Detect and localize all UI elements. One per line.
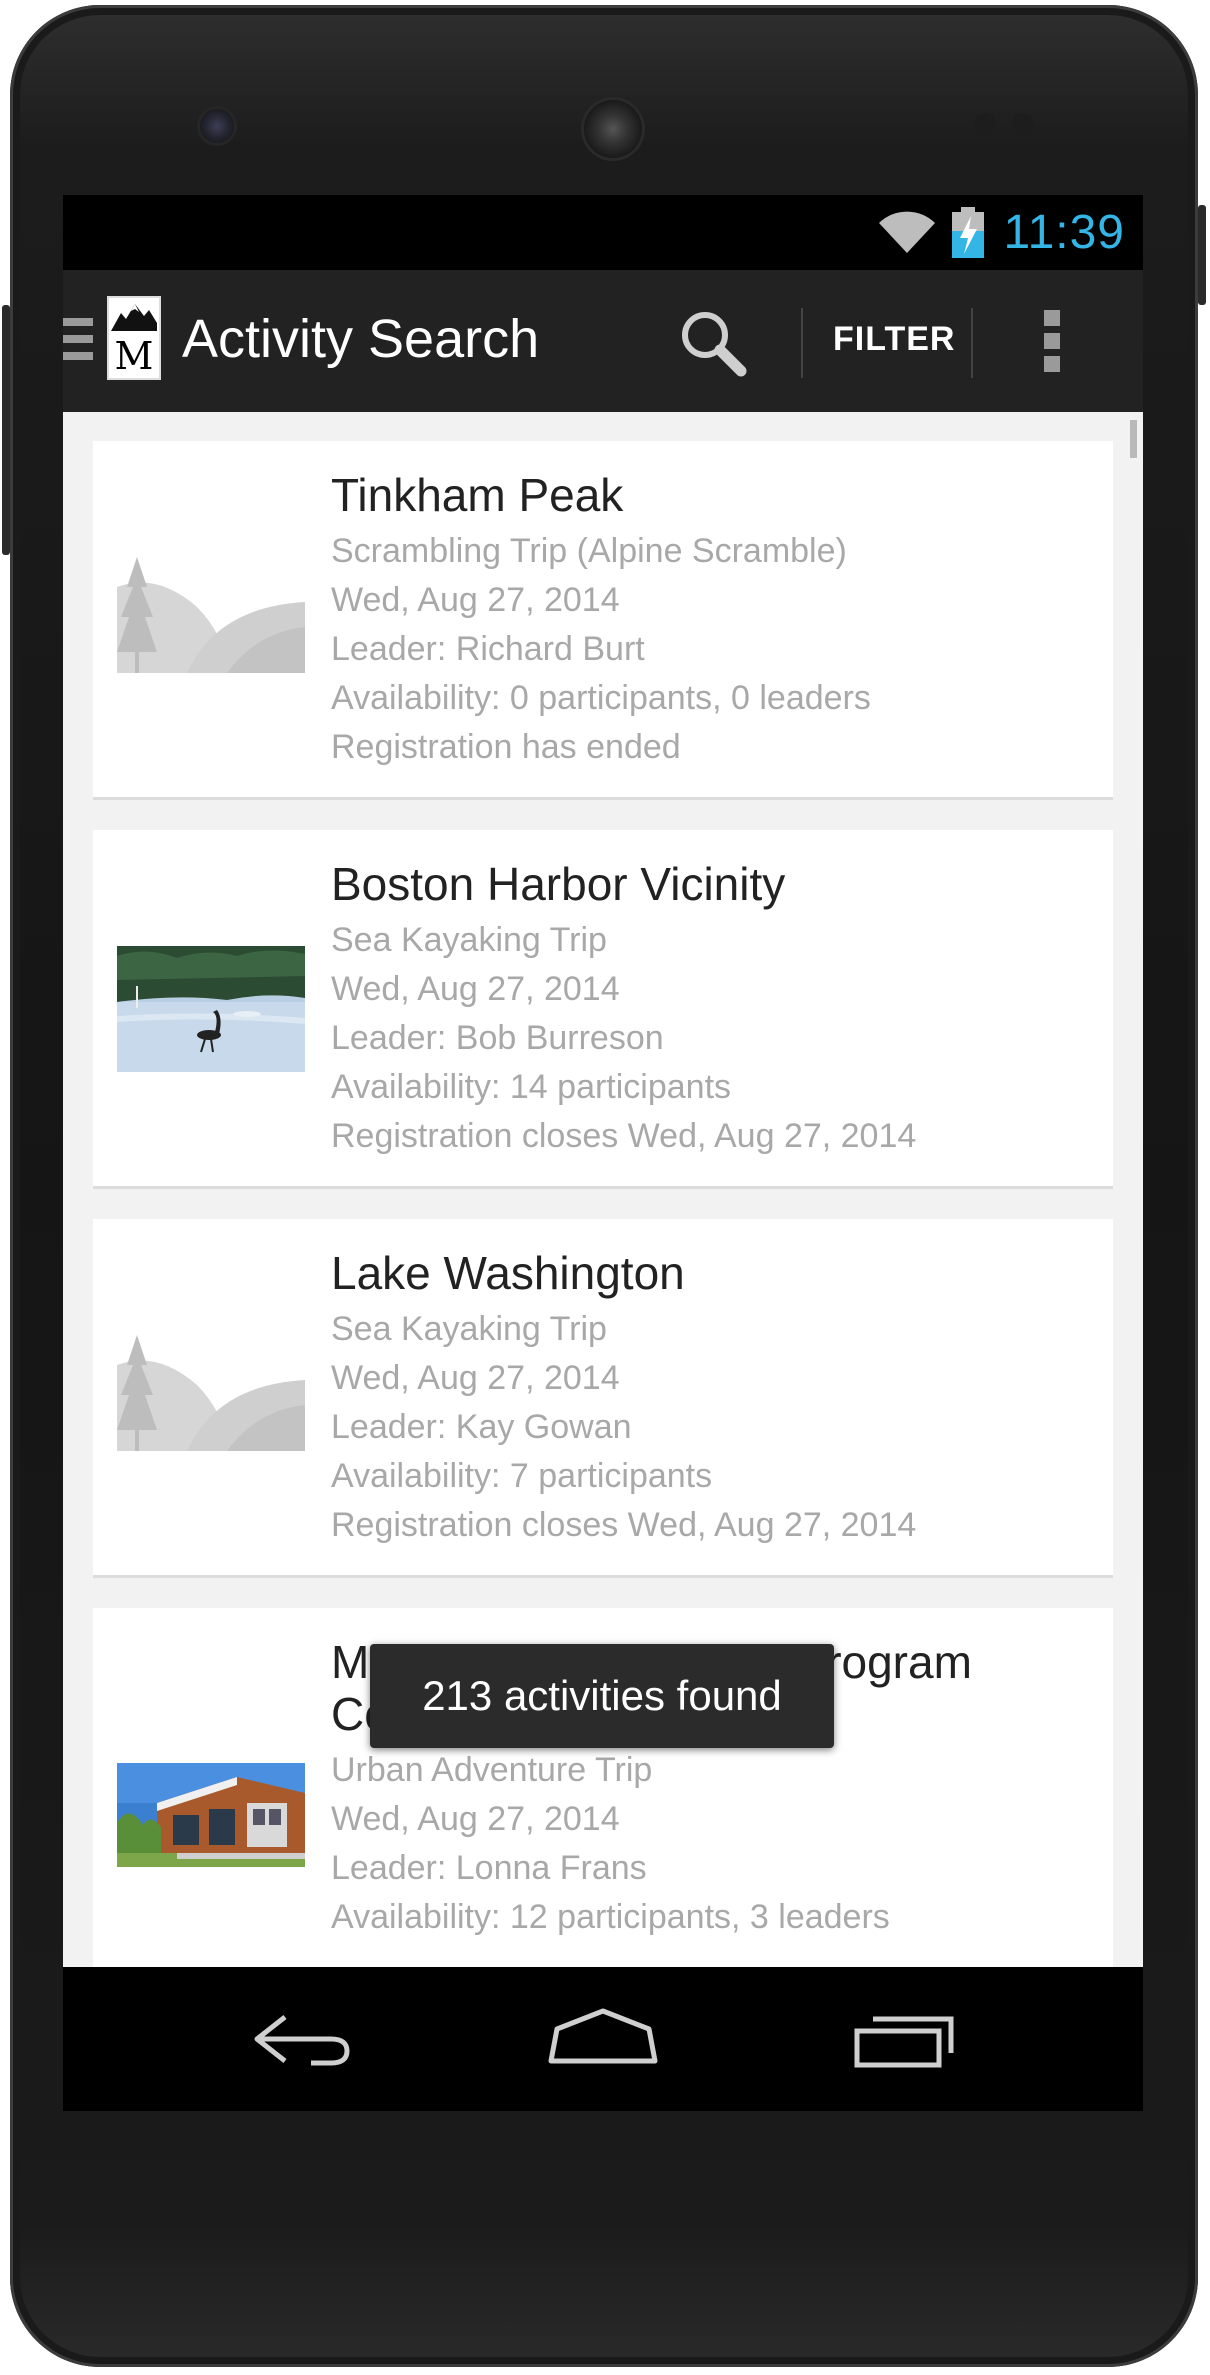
app-logo[interactable]: M (107, 296, 161, 380)
activity-details: Lake Washington Sea Kayaking Trip Wed, A… (331, 1247, 1091, 1550)
activity-type: Sea Kayaking Trip (331, 921, 607, 959)
activity-title: Boston Harbor Vicinity (331, 858, 786, 910)
page-title: Activity Search (182, 309, 540, 369)
activity-title: Tinkham Peak (331, 469, 624, 521)
search-icon[interactable] (675, 305, 755, 385)
light-sensor-icon (1012, 113, 1034, 135)
menu-drawer-icon[interactable] (63, 318, 93, 362)
activity-leader: Leader: Richard Burt (331, 630, 645, 668)
activity-registration: Registration closes Wed, Aug 27, 2014 (331, 1117, 917, 1155)
filter-button[interactable]: FILTER (833, 320, 955, 359)
logo-letter: M (114, 334, 154, 378)
activity-date: Wed, Aug 27, 2014 (331, 1359, 620, 1397)
mountain-logo-icon (111, 304, 157, 331)
wifi-icon (879, 211, 935, 253)
device-screen: 11:39 M Activity Search FILTER Tinkham P… (63, 195, 1143, 2111)
power-button (1198, 205, 1206, 305)
activity-details: Boston Harbor Vicinity Sea Kayaking Trip… (331, 858, 1091, 1161)
activity-leader: Leader: Kay Gowan (331, 1408, 632, 1446)
activity-date: Wed, Aug 27, 2014 (331, 1800, 620, 1838)
activity-availability: Availability: 0 participants, 0 leaders (331, 679, 871, 717)
results-toast: 213 activities found (370, 1644, 834, 1748)
front-camera-icon (200, 109, 234, 143)
activity-type: Urban Adventure Trip (331, 1751, 653, 1789)
activity-type: Scrambling Trip (Alpine Scramble) (331, 532, 847, 570)
building-photo-icon (117, 1763, 305, 1867)
action-divider (971, 308, 973, 378)
activity-leader: Leader: Lonna Frans (331, 1849, 647, 1887)
activity-title: Lake Washington (331, 1247, 685, 1299)
action-bar: M Activity Search FILTER (63, 270, 1143, 412)
action-divider (801, 308, 803, 378)
activity-details: Tinkham Peak Scrambling Trip (Alpine Scr… (331, 469, 1091, 772)
activity-availability: Availability: 12 participants, 3 leaders (331, 1898, 890, 1936)
activity-date: Wed, Aug 27, 2014 (331, 970, 620, 1008)
navigation-bar (63, 1967, 1143, 2111)
proximity-sensor-icon (974, 113, 996, 135)
overflow-menu-icon[interactable] (1042, 310, 1062, 374)
activity-date: Wed, Aug 27, 2014 (331, 581, 620, 619)
volume-button (2, 305, 10, 555)
status-bar: 11:39 (63, 195, 1143, 270)
list-item[interactable]: Boston Harbor Vicinity Sea Kayaking Trip… (93, 830, 1113, 1189)
heron-photo-icon (117, 946, 305, 1072)
list-item[interactable]: Lake Washington Sea Kayaking Trip Wed, A… (93, 1219, 1113, 1578)
recent-apps-icon[interactable] (851, 2003, 961, 2073)
activity-registration: Registration closes Wed, Aug 27, 2014 (331, 1506, 917, 1544)
battery-charging-icon (952, 207, 984, 258)
placeholder-landscape-icon (117, 547, 305, 673)
back-icon[interactable] (249, 2003, 359, 2073)
home-icon[interactable] (545, 2003, 661, 2073)
activity-availability: Availability: 7 participants (331, 1457, 713, 1495)
activity-type: Sea Kayaking Trip (331, 1310, 607, 1348)
status-time: 11:39 (1003, 206, 1125, 259)
activity-leader: Leader: Bob Burreson (331, 1019, 664, 1057)
earpiece-speaker-icon (584, 100, 642, 158)
placeholder-landscape-icon (117, 1325, 305, 1451)
activity-registration: Registration has ended (331, 728, 681, 766)
list-item[interactable]: Tinkham Peak Scrambling Trip (Alpine Scr… (93, 441, 1113, 800)
activity-availability: Availability: 14 participants (331, 1068, 732, 1106)
scrollbar[interactable] (1130, 420, 1137, 458)
